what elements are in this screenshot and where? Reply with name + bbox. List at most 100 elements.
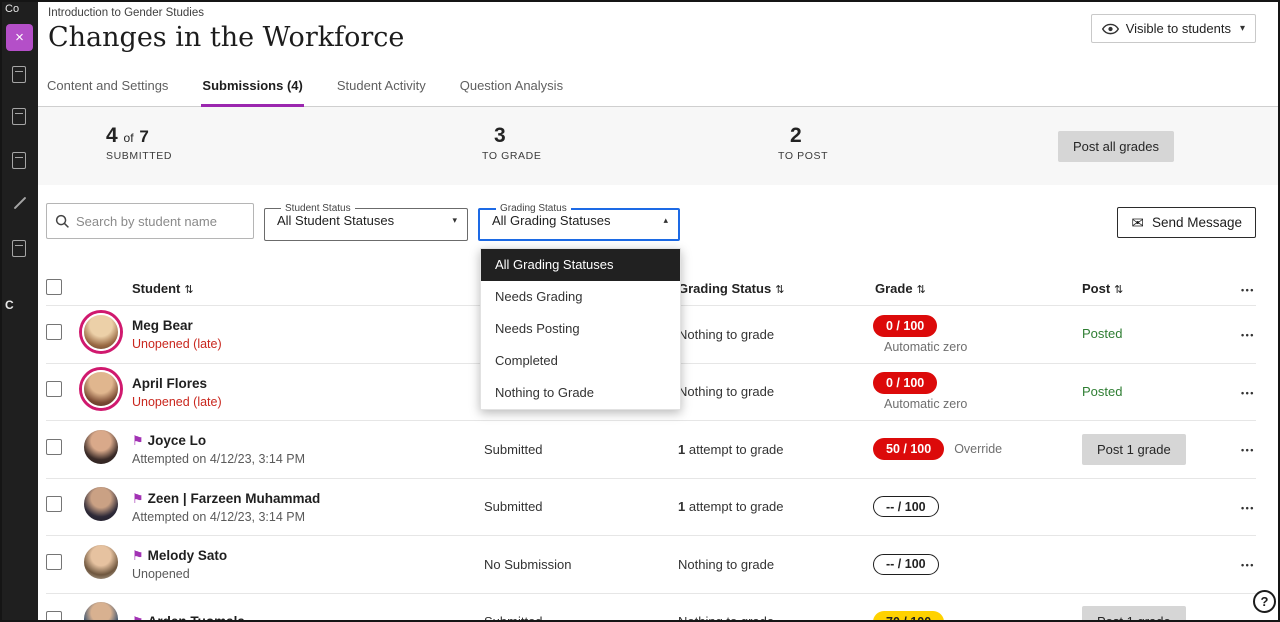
tab-content-settings[interactable]: Content and Settings	[46, 78, 169, 106]
student-name[interactable]: Joyce Lo	[148, 433, 207, 448]
grade-pill[interactable]: 50 / 100	[873, 438, 944, 460]
flag-icon: ⚑	[132, 614, 144, 620]
select-all-checkbox[interactable]	[46, 279, 62, 295]
chevron-down-icon: ▾	[452, 215, 457, 226]
avatar[interactable]	[82, 428, 120, 466]
post-grade-button[interactable]: Post 1 grade	[1082, 434, 1186, 465]
avatar[interactable]	[82, 600, 120, 620]
table-row: ⚑Arden Tuomala Submitted Nothing to grad…	[46, 593, 1256, 621]
visibility-label: Visible to students	[1126, 21, 1231, 36]
grade-pill[interactable]: -- / 100	[873, 554, 939, 575]
grade-pill[interactable]: 0 / 100	[873, 315, 937, 337]
sidebar-doc-icon[interactable]	[12, 66, 26, 83]
submission-status: Submitted	[484, 442, 678, 457]
row-checkbox[interactable]	[46, 611, 62, 620]
table-row: ⚑ Melody Sato Unopened No Submission Noth…	[46, 535, 1256, 593]
col-student[interactable]: Student⇅	[132, 281, 484, 296]
menu-option-all[interactable]: All Grading Statuses	[481, 249, 680, 281]
menu-option-needs-posting[interactable]: Needs Posting	[481, 313, 680, 345]
grade-pill[interactable]: -- / 100	[873, 496, 939, 517]
student-name[interactable]: April Flores	[132, 376, 207, 391]
chevron-down-icon: ▾	[1240, 23, 1245, 34]
stats-bar: 4 of 7 SUBMITTED 3 TO GRADE 2 TO POST Po…	[38, 107, 1278, 185]
grading-status-value: All Grading Statuses	[492, 213, 611, 228]
sidebar-pen-icon[interactable]	[14, 197, 27, 210]
row-overflow-menu[interactable]: •••	[1241, 503, 1255, 513]
visibility-dropdown-button[interactable]: Visible to students ▾	[1091, 14, 1256, 43]
posted-status: Posted	[1082, 384, 1122, 399]
search-box	[46, 203, 254, 239]
envelope-icon: ✉	[1131, 214, 1144, 232]
sort-icon: ⇅	[184, 284, 193, 296]
row-overflow-menu[interactable]: •••	[1241, 618, 1255, 620]
main-content: Introduction to Gender Studies Changes i…	[38, 2, 1278, 620]
help-button[interactable]: ?	[1253, 590, 1276, 613]
submission-status: Submitted	[484, 499, 678, 514]
student-status-select[interactable]: Student Status All Student Statuses ▾	[264, 203, 468, 241]
breadcrumb[interactable]: Introduction to Gender Studies	[48, 7, 1256, 19]
filter-row: Student Status All Student Statuses ▾ Gr…	[38, 185, 1278, 245]
post-grade-button[interactable]: Post 1 grade	[1082, 606, 1186, 620]
row-checkbox[interactable]	[46, 439, 62, 455]
post-all-grades-button[interactable]: Post all grades	[1058, 131, 1174, 162]
student-status-value: All Student Statuses	[277, 213, 394, 228]
row-overflow-menu[interactable]: •••	[1241, 330, 1255, 340]
sidebar-partial-text-2: C	[5, 298, 14, 312]
close-panel-button[interactable]: ×	[6, 24, 33, 51]
row-checkbox[interactable]	[46, 324, 62, 340]
page-header: Introduction to Gender Studies Changes i…	[38, 2, 1278, 66]
table-row: ⚑Joyce Lo Attempted on 4/12/23, 3:14 PM …	[46, 420, 1256, 478]
student-substatus: Attempted on 4/12/23, 3:14 PM	[132, 452, 484, 466]
menu-option-nothing[interactable]: Nothing to Grade	[481, 377, 680, 409]
student-name[interactable]: Zeen | Farzeen Muhammad	[148, 491, 321, 506]
student-name[interactable]: Meg Bear	[132, 318, 193, 333]
col-post[interactable]: Post⇅	[1082, 281, 1233, 296]
row-checkbox[interactable]	[46, 554, 62, 570]
table-overflow-menu[interactable]: •••	[1241, 285, 1255, 295]
student-substatus: Unopened	[132, 567, 484, 581]
search-icon	[55, 214, 70, 229]
stat-to-post: 2 TO POST	[778, 124, 828, 162]
avatar[interactable]	[82, 485, 120, 523]
flag-icon: ⚑	[132, 491, 144, 506]
row-checkbox[interactable]	[46, 496, 62, 512]
row-overflow-menu[interactable]: •••	[1241, 560, 1255, 570]
eye-icon	[1102, 23, 1119, 35]
student-substatus: Unopened (late)	[132, 395, 484, 409]
student-name[interactable]: Arden Tuomala	[148, 614, 245, 620]
grade-note: Automatic zero	[884, 397, 967, 411]
stat-to-grade: 3 TO GRADE	[482, 124, 541, 162]
tab-student-activity[interactable]: Student Activity	[336, 78, 427, 106]
grade-pill[interactable]: 0 / 100	[873, 372, 937, 394]
avatar[interactable]	[82, 313, 120, 351]
grade-pill[interactable]: 70 / 100	[873, 611, 944, 620]
row-overflow-menu[interactable]: •••	[1241, 388, 1255, 398]
grading-status: Nothing to grade	[678, 327, 873, 342]
send-message-label: Send Message	[1152, 215, 1242, 230]
row-checkbox[interactable]	[46, 381, 62, 397]
avatar[interactable]	[82, 543, 120, 581]
grading-status: 1 attempt to grade	[678, 499, 873, 514]
send-message-button[interactable]: ✉ Send Message	[1117, 207, 1256, 238]
menu-option-needs-grading[interactable]: Needs Grading	[481, 281, 680, 313]
tab-question-analysis[interactable]: Question Analysis	[459, 78, 564, 106]
sort-icon: ⇅	[1114, 284, 1123, 296]
tab-submissions[interactable]: Submissions (4)	[201, 78, 303, 106]
grading-status-select[interactable]: Grading Status All Grading Statuses ▴	[478, 203, 680, 241]
sidebar-page-icon[interactable]	[12, 240, 26, 257]
student-name[interactable]: Melody Sato	[148, 548, 228, 563]
sidebar-calendar-icon[interactable]	[12, 108, 26, 125]
submission-status: No Submission	[484, 557, 678, 572]
sidebar-book-icon[interactable]	[12, 152, 26, 169]
stat-submitted: 4 of 7 SUBMITTED	[106, 124, 172, 162]
col-grading-status[interactable]: Grading Status⇅	[678, 281, 873, 296]
col-grade[interactable]: Grade⇅	[873, 281, 1082, 296]
grading-status: Nothing to grade	[678, 614, 873, 620]
avatar[interactable]	[82, 370, 120, 408]
grading-status: Nothing to grade	[678, 557, 873, 572]
row-overflow-menu[interactable]: •••	[1241, 445, 1255, 455]
sort-icon: ⇅	[775, 284, 784, 296]
menu-option-completed[interactable]: Completed	[481, 345, 680, 377]
search-input[interactable]	[76, 214, 245, 229]
flag-icon: ⚑	[132, 548, 144, 563]
